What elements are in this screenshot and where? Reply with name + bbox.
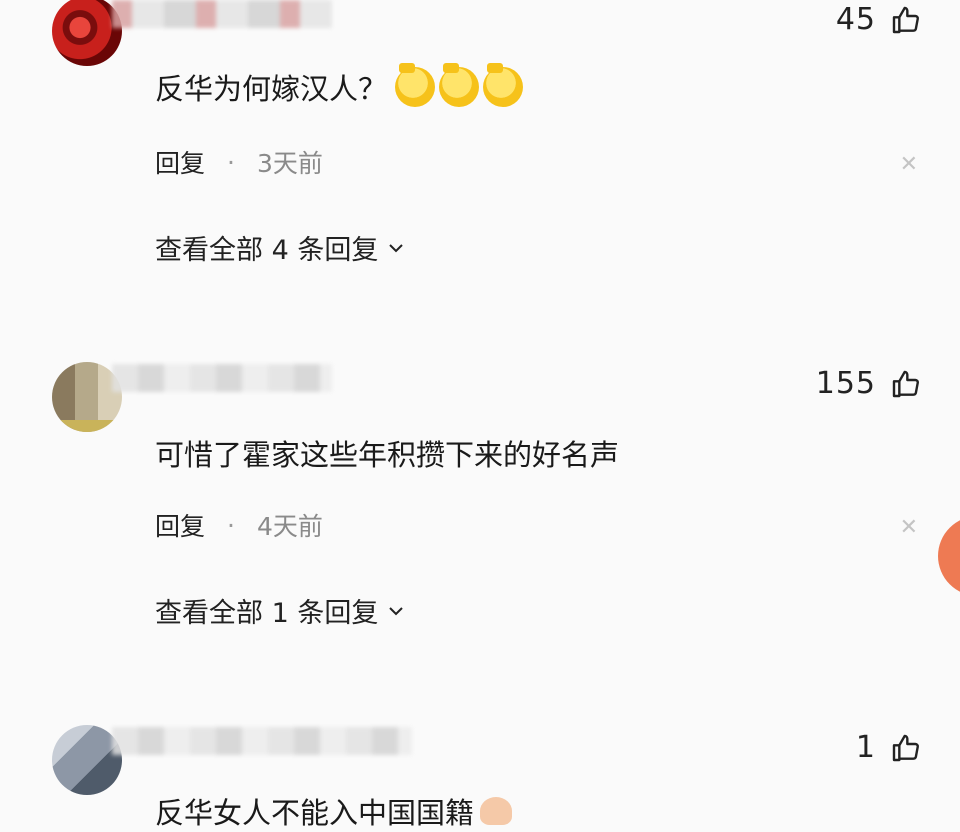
username-blurred[interactable] [112, 0, 332, 28]
emoji-3 [483, 63, 524, 107]
chevron-down-icon [389, 606, 404, 615]
like-button[interactable]: 155 [816, 366, 922, 401]
username-blurred[interactable] [112, 364, 332, 392]
emoji-group [395, 63, 524, 107]
comment-text: 反华为何嫁汉人？ [155, 63, 524, 108]
view-replies-button[interactable]: 查看全部 1 条回复 [155, 591, 406, 630]
emoji-2 [439, 63, 480, 107]
separator-dot: · [227, 147, 235, 177]
floating-action-button[interactable] [938, 516, 960, 596]
thumbs-up-icon [892, 370, 919, 397]
like-count: 155 [815, 366, 876, 401]
comment-meta: 回复 · 3天前 [155, 144, 323, 180]
chevron-down-icon [389, 243, 404, 252]
close-icon[interactable]: ✕ [900, 515, 918, 540]
view-replies-label: 查看全部 1 条回复 [155, 598, 379, 629]
comment-text: 反华女人不能入中国国籍 [155, 790, 513, 832]
username-blurred[interactable] [112, 727, 412, 755]
view-replies-button[interactable]: 查看全部 4 条回复 [155, 228, 406, 267]
thumbs-up-icon [892, 734, 919, 761]
like-button[interactable]: 1 [856, 730, 922, 765]
timestamp: 3天前 [256, 149, 323, 178]
like-count: 1 [855, 730, 876, 765]
view-replies-label: 查看全部 4 条回复 [155, 235, 379, 266]
emoji-1 [395, 63, 436, 107]
emoji-hand [480, 797, 513, 825]
close-icon[interactable]: ✕ [900, 152, 918, 177]
separator-dot: · [227, 510, 235, 540]
like-count: 45 [835, 2, 876, 37]
timestamp: 4天前 [256, 512, 323, 541]
comment-text: 可惜了霍家这些年积攒下来的好名声 [155, 438, 620, 472]
reply-button[interactable]: 回复 [155, 144, 205, 180]
comment-meta: 回复 · 4天前 [155, 507, 323, 543]
reply-button[interactable]: 回复 [155, 507, 205, 543]
thumbs-up-icon [892, 6, 919, 33]
like-button[interactable]: 45 [836, 2, 922, 37]
